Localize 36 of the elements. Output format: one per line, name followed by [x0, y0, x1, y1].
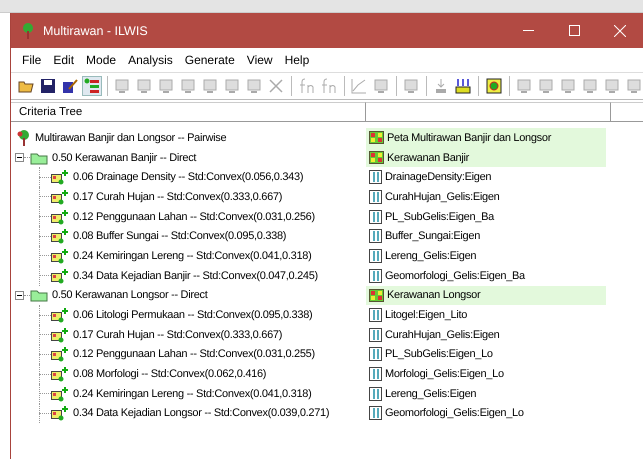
- output-name[interactable]: CurahHujan_Gelis:Eigen: [385, 328, 500, 341]
- tree-node[interactable]: 0.06 Litologi Permukaan -- Std:Convex(0.095,0.338): [73, 309, 312, 322]
- menu-item[interactable]: File: [16, 53, 48, 67]
- tree-node[interactable]: 0.12 Penggunaan Lahan -- Std:Convex(0.031,0.255): [73, 348, 315, 360]
- tree-node[interactable]: 0.06 Drainage Density -- Std:Convex(0.056,0.343): [73, 171, 304, 184]
- output-name[interactable]: Geomorfologi_Gelis:Eigen_Ba: [385, 270, 525, 282]
- output-name[interactable]: Lereng_Gelis:Eigen: [385, 250, 476, 262]
- tree-node[interactable]: Multirawan Banjir dan Longsor -- Pairwise: [35, 132, 226, 144]
- output-name[interactable]: DrainageDensity:Eigen: [385, 171, 492, 184]
- column-header[interactable]: Criteria Tree: [11, 102, 366, 121]
- tree-node[interactable]: 0.17 Curah Hujan -- Std:Convex(0.333,0.667): [73, 328, 282, 341]
- tree-node[interactable]: 0.08 Buffer Sungai -- Std:Convex(0.095,0.338): [73, 230, 286, 242]
- output-name[interactable]: Morfologi_Gelis:Eigen_Lo: [385, 368, 504, 380]
- menu-item[interactable]: Analysis: [122, 53, 179, 67]
- tree-node[interactable]: 0.24 Kemiringan Lereng -- Std:Convex(0.041,0.318): [73, 250, 312, 262]
- tree-node[interactable]: 0.34 Data Kejadian Longsor -- Std:Convex(0.039,0.271): [73, 407, 330, 420]
- tree-node[interactable]: 0.34 Data Kejadian Banjir -- Std:Convex(0.047,0.245): [73, 270, 318, 282]
- menu-item[interactable]: Generate: [178, 53, 241, 67]
- tree-node[interactable]: 0.24 Kemiringan Lereng -- Std:Convex(0.041,0.318): [73, 388, 312, 400]
- output-name[interactable]: CurahHujan_Gelis:Eigen: [385, 190, 500, 203]
- tree-node[interactable]: 0.50 Kerawanan Banjir -- Direct: [52, 152, 196, 164]
- menu-item[interactable]: View: [240, 53, 279, 67]
- menu-item[interactable]: Mode: [80, 53, 122, 67]
- window-title: Multirawan - ILWIS: [43, 24, 149, 38]
- output-name[interactable]: Buffer_Sungai:Eigen: [385, 230, 480, 242]
- tree-node[interactable]: 0.12 Penggunaan Lahan -- Std:Convex(0.031,0.256): [73, 210, 315, 223]
- tree-node[interactable]: 0.17 Curah Hujan -- Std:Convex(0.333,0.667): [73, 190, 282, 203]
- output-name[interactable]: Geomorfologi_Gelis:Eigen_Lo: [385, 407, 524, 420]
- menu-item[interactable]: Help: [278, 53, 316, 67]
- output-name[interactable]: Litogel:Eigen_Lito: [385, 309, 468, 322]
- output-name[interactable]: PL_SubGelis:Eigen_Lo: [385, 348, 493, 360]
- tree-node[interactable]: 0.08 Morfologi -- Std:Convex(0.062,0.416): [73, 368, 266, 380]
- output-name[interactable]: PL_SubGelis:Eigen_Ba: [385, 210, 494, 223]
- menu-item[interactable]: Edit: [47, 53, 80, 67]
- tree-node[interactable]: 0.50 Kerawanan Longsor -- Direct: [52, 289, 208, 302]
- output-name[interactable]: Lereng_Gelis:Eigen: [385, 388, 476, 400]
